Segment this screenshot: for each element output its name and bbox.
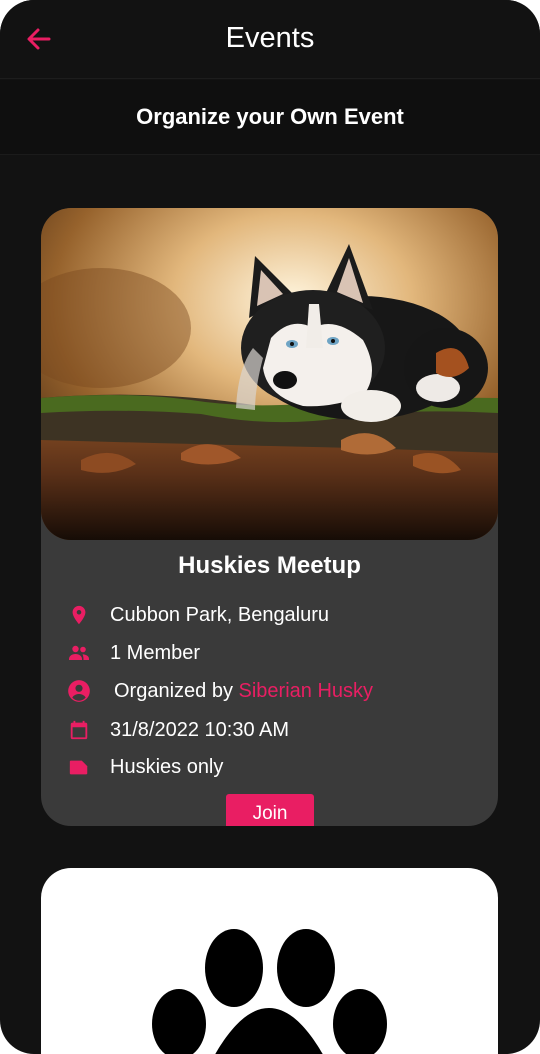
app-bar: Events: [0, 0, 540, 79]
organizer-link[interactable]: Siberian Husky: [239, 680, 374, 702]
location-row: Cubbon Park, Bengaluru: [66, 600, 329, 630]
organized-by-label: Organized by: [114, 679, 239, 702]
account-circle-icon: [66, 678, 92, 704]
events-screen: Events Organize your Own Event Huskies M…: [0, 0, 540, 1054]
event-image: [41, 208, 498, 540]
organize-event-button[interactable]: Organize your Own Event: [0, 80, 540, 155]
join-button[interactable]: Join: [226, 794, 314, 826]
location-pin-icon: [66, 602, 92, 628]
event-restriction: Huskies only: [110, 755, 224, 778]
datetime-row: 31/8/2022 10:30 AM: [66, 715, 289, 745]
event-title: Huskies Meetup: [178, 552, 361, 579]
event-location: Cubbon Park, Bengaluru: [110, 603, 330, 626]
event-card[interactable]: [41, 868, 498, 1054]
event-members: 1 Member: [110, 641, 201, 664]
restriction-row: Huskies only: [66, 752, 223, 782]
group-icon: [66, 640, 92, 666]
label-icon: [66, 754, 92, 780]
members-row: 1 Member: [66, 638, 200, 668]
organizer-row: Organized by Siberian Husky: [66, 676, 373, 706]
event-card[interactable]: Huskies Meetup Cubbon Park, Bengaluru 1 …: [41, 208, 498, 826]
event-datetime: 31/8/2022 10:30 AM: [110, 718, 290, 741]
husky-photo: [41, 208, 498, 540]
calendar-icon: [66, 717, 92, 743]
page-title: Events: [225, 22, 315, 54]
paw-print-image: [152, 929, 387, 1054]
